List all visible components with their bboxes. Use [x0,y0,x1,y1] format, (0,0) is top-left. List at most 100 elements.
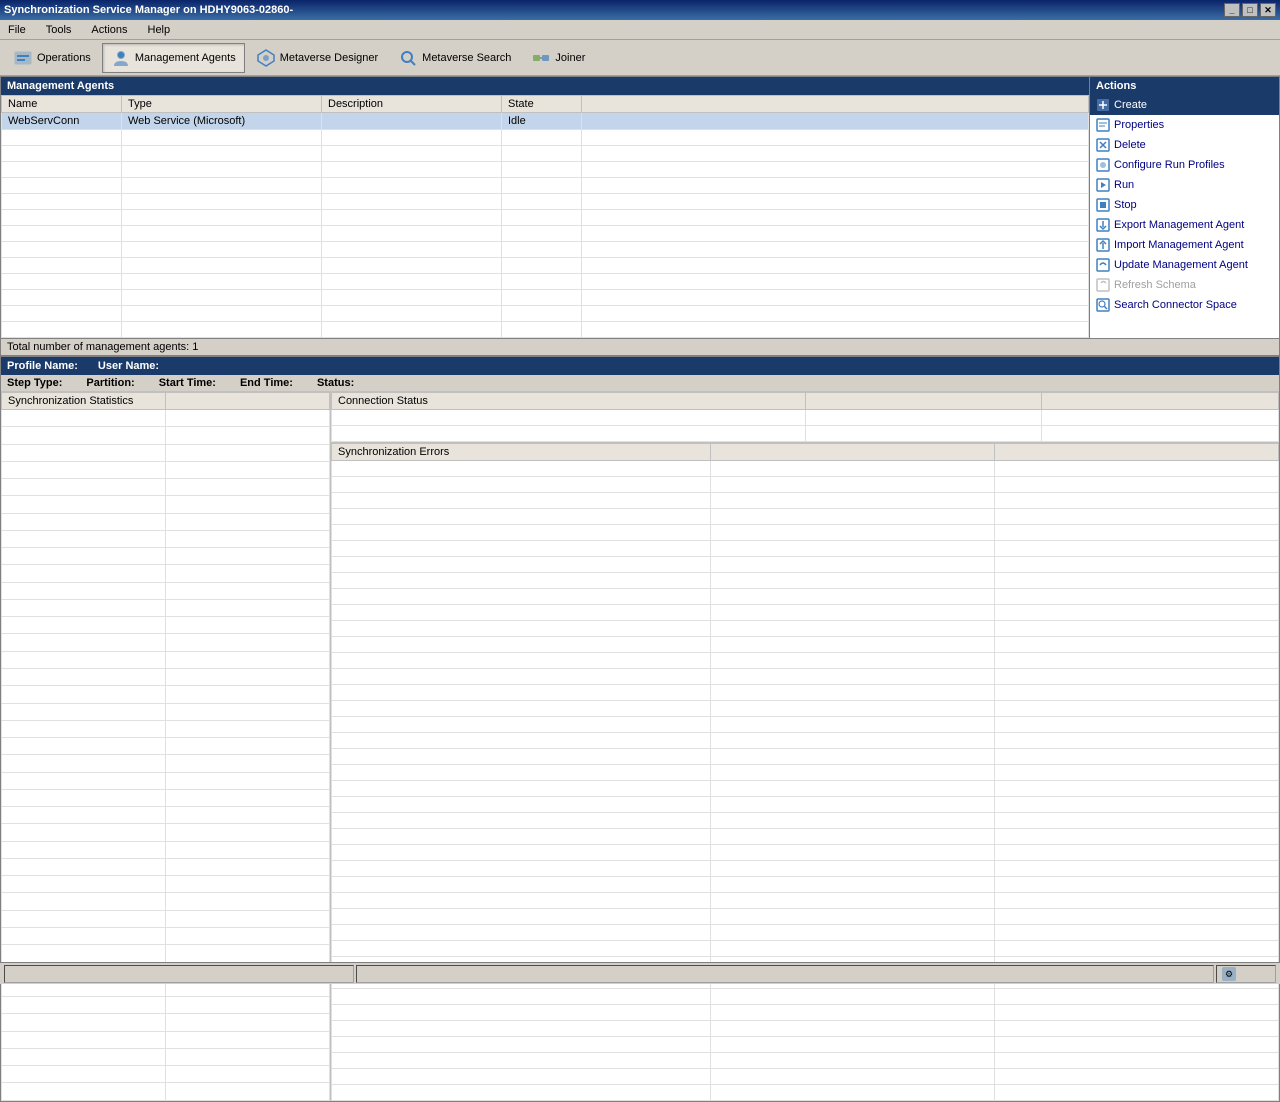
toolbar-btn-metaverse-search[interactable]: Metaverse Search [389,43,520,73]
configure-run-profiles-icon [1096,158,1110,172]
action-properties[interactable]: Properties [1090,115,1279,135]
metaverse-designer-label: Metaverse Designer [280,52,378,64]
create-label: Create [1114,99,1147,111]
menu-tools[interactable]: Tools [42,22,76,38]
table-row[interactable] [2,194,1089,210]
create-icon [1096,98,1110,112]
table-row [2,686,330,703]
action-export-management-agent[interactable]: Export Management Agent [1090,215,1279,235]
action-run[interactable]: Run [1090,175,1279,195]
col-header-name: Name [2,96,122,113]
title-bar: Synchronization Service Manager on HDHY9… [0,0,1280,20]
stop-label: Stop [1114,199,1137,211]
col-header-description: Description [322,96,502,113]
table-row [332,573,1279,589]
table-row [332,829,1279,845]
management-agents-section: Management Agents Name Type Description … [0,76,1280,339]
configure-run-profiles-label: Configure Run Profiles [1114,159,1225,171]
profile-header: Profile Name: User Name: [1,357,1279,375]
action-refresh-schema: Refresh Schema [1090,275,1279,295]
table-row [332,410,1279,426]
table-row[interactable] [2,210,1089,226]
joiner-label: Joiner [555,52,585,64]
table-row [2,738,330,755]
menu-help[interactable]: Help [144,22,175,38]
window-controls[interactable]: _ □ ✕ [1224,3,1276,17]
table-row [332,813,1279,829]
table-row [332,845,1279,861]
table-row[interactable] [2,162,1089,178]
cell-type: Web Service (Microsoft) [122,113,322,130]
table-row [332,1085,1279,1101]
menu-file[interactable]: File [4,22,30,38]
refresh-schema-icon [1096,278,1110,292]
table-row [332,941,1279,957]
menu-actions[interactable]: Actions [87,22,131,38]
operations-label: Operations [37,52,91,64]
table-row [2,634,330,651]
close-button[interactable]: ✕ [1260,3,1276,17]
toolbar-btn-joiner[interactable]: Joiner [522,43,594,73]
minimize-button[interactable]: _ [1224,3,1240,17]
table-row [2,548,330,565]
table-row [2,755,330,772]
table-row [2,789,330,806]
table-row [2,582,330,599]
table-row[interactable]: WebServConn Web Service (Microsoft) Idle [2,113,1089,130]
table-row [2,997,330,1014]
table-row[interactable] [2,258,1089,274]
main-container: Management Agents Name Type Description … [0,76,1280,984]
table-row [332,461,1279,477]
management-agents-table: Name Type Description State WebServConn … [1,95,1089,338]
metaverse-search-label: Metaverse Search [422,52,511,64]
maximize-button[interactable]: □ [1242,3,1258,17]
table-row [332,989,1279,1005]
table-row[interactable] [2,146,1089,162]
table-row[interactable] [2,306,1089,322]
table-row[interactable] [2,290,1089,306]
action-update-management-agent[interactable]: Update Management Agent [1090,255,1279,275]
conn-status-col2 [805,393,1042,410]
table-row [332,1053,1279,1069]
table-row [332,493,1279,509]
sync-errors-panel: Synchronization Errors [331,443,1279,1101]
table-row[interactable] [2,130,1089,146]
cell-description [322,113,502,130]
table-row [332,525,1279,541]
table-row [2,496,330,513]
table-row [2,1031,330,1048]
table-row[interactable] [2,322,1089,338]
table-row[interactable] [2,274,1089,290]
search-connector-space-label: Search Connector Space [1114,299,1237,311]
table-row [332,1069,1279,1085]
table-row [2,668,330,685]
table-row[interactable] [2,178,1089,194]
action-stop[interactable]: Stop [1090,195,1279,215]
table-row [2,530,330,547]
table-row [2,807,330,824]
table-row [332,621,1279,637]
toolbar-btn-metaverse-designer[interactable]: Metaverse Designer [247,43,387,73]
table-row [2,565,330,582]
status-segment-3: ⚙ [1216,965,1276,983]
toolbar-btn-operations[interactable]: Operations [4,43,100,73]
table-row [2,1048,330,1065]
toolbar-btn-management-agents[interactable]: Management Agents [102,43,245,73]
table-row [332,685,1279,701]
action-search-connector-space[interactable]: Search Connector Space [1090,295,1279,315]
table-row [2,910,330,927]
table-row[interactable] [2,226,1089,242]
action-configure-run-profiles[interactable]: Configure Run Profiles [1090,155,1279,175]
table-row [332,589,1279,605]
status-segment-1 [4,965,354,983]
table-row[interactable] [2,242,1089,258]
action-delete[interactable]: Delete [1090,135,1279,155]
cell-extra [582,113,1089,130]
metaverse-designer-icon [256,48,276,68]
table-row [332,925,1279,941]
table-row [2,824,330,841]
action-import-management-agent[interactable]: Import Management Agent [1090,235,1279,255]
table-row [2,1083,330,1101]
action-create[interactable]: Create [1090,95,1279,115]
connection-status-table: Connection Status [331,392,1279,442]
